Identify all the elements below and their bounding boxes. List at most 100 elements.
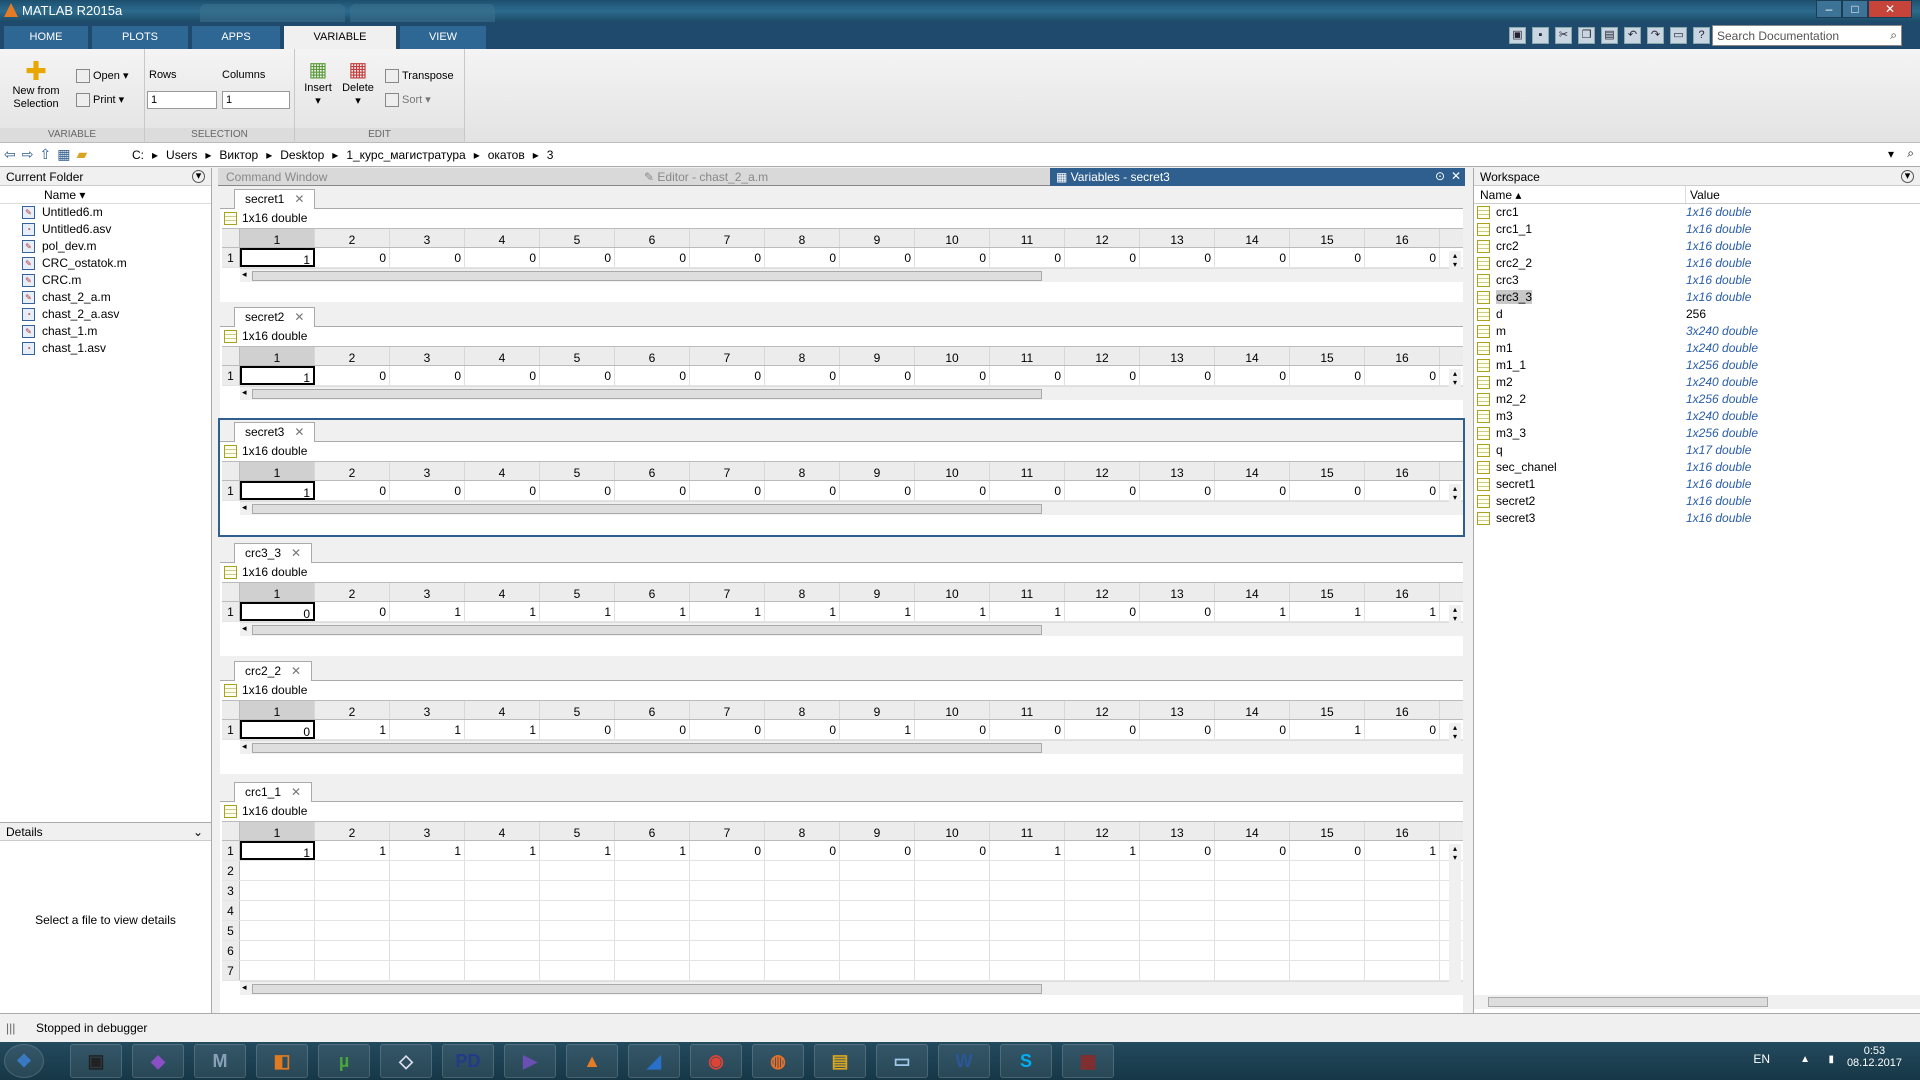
table-cell[interactable] <box>1290 941 1365 960</box>
table-cell[interactable] <box>1215 881 1290 900</box>
table-cell[interactable]: 0 <box>315 366 390 385</box>
table-cell[interactable]: 1 <box>240 366 315 385</box>
table-cell[interactable] <box>315 921 390 940</box>
workspace-item[interactable]: secret1 1x16 double <box>1474 476 1920 493</box>
table-cell[interactable]: 0 <box>1215 841 1290 860</box>
table-cell[interactable]: 0 <box>540 248 615 267</box>
column-header[interactable]: 6 <box>615 583 690 601</box>
table-cell[interactable] <box>840 861 915 880</box>
table-cell[interactable]: 0 <box>840 481 915 500</box>
column-header[interactable]: 7 <box>690 347 765 365</box>
table-cell[interactable]: 1 <box>240 841 315 860</box>
table-cell[interactable] <box>915 861 990 880</box>
table-cell[interactable] <box>390 921 465 940</box>
tab-command-window[interactable]: Command Window <box>220 168 638 186</box>
column-header[interactable]: 4 <box>465 822 540 840</box>
table-cell[interactable]: 0 <box>765 720 840 739</box>
table-cell[interactable]: 0 <box>1290 481 1365 500</box>
sublime-icon[interactable]: ◧ <box>256 1044 308 1078</box>
table-cell[interactable]: 0 <box>1215 720 1290 739</box>
table-cell[interactable] <box>315 861 390 880</box>
table-cell[interactable] <box>915 901 990 920</box>
table-cell[interactable]: 1 <box>615 602 690 621</box>
table-cell[interactable]: 0 <box>1140 481 1215 500</box>
table-cell[interactable]: 0 <box>1065 720 1140 739</box>
table-cell[interactable]: 0 <box>465 481 540 500</box>
table-cell[interactable] <box>765 921 840 940</box>
table-cell[interactable]: 0 <box>315 602 390 621</box>
row-header[interactable]: 7 <box>222 961 240 980</box>
workspace-item[interactable]: d 256 <box>1474 306 1920 323</box>
workspace-item[interactable]: crc2_2 1x16 double <box>1474 255 1920 272</box>
workspace-item[interactable]: crc2 1x16 double <box>1474 238 1920 255</box>
scroll-left-icon[interactable]: ◂ <box>242 269 247 280</box>
table-cell[interactable]: 0 <box>690 366 765 385</box>
file-item[interactable]: ✎ chast_2_a.m <box>0 289 211 306</box>
chevron-down-icon[interactable]: ▾ <box>1888 147 1894 161</box>
vertical-scrollbar[interactable]: ▴ ▾ <box>1449 484 1461 514</box>
panel-menu-icon[interactable]: ⊙ <box>1435 169 1445 183</box>
column-header[interactable]: 16 <box>1365 462 1440 480</box>
table-cell[interactable] <box>615 961 690 980</box>
table-cell[interactable] <box>1215 901 1290 920</box>
table-cell[interactable]: 0 <box>990 481 1065 500</box>
language-indicator[interactable]: EN <box>1753 1052 1770 1066</box>
column-header[interactable]: 14 <box>1215 583 1290 601</box>
table-cell[interactable]: 0 <box>1215 366 1290 385</box>
table-cell[interactable] <box>765 961 840 980</box>
column-header[interactable]: 6 <box>615 347 690 365</box>
chrome-icon[interactable]: ◉ <box>690 1044 742 1078</box>
ws-name-header[interactable]: Name ▴ <box>1474 186 1686 203</box>
column-header[interactable]: 15 <box>1290 229 1365 247</box>
table-cell[interactable] <box>765 941 840 960</box>
transpose-button[interactable]: Transpose <box>385 69 454 83</box>
table-cell[interactable]: 0 <box>990 366 1065 385</box>
workspace-item[interactable]: m3_3 1x256 double <box>1474 425 1920 442</box>
column-header[interactable]: 14 <box>1215 229 1290 247</box>
column-header[interactable]: 10 <box>915 462 990 480</box>
table-cell[interactable]: 0 <box>915 481 990 500</box>
row-header[interactable]: 1 <box>222 248 240 267</box>
table-cell[interactable] <box>690 961 765 980</box>
table-cell[interactable]: 0 <box>765 248 840 267</box>
column-header[interactable]: 14 <box>1215 822 1290 840</box>
column-header[interactable]: 14 <box>1215 462 1290 480</box>
table-cell[interactable] <box>990 861 1065 880</box>
column-header[interactable]: 2 <box>315 347 390 365</box>
table-cell[interactable] <box>1365 941 1440 960</box>
unity-icon[interactable]: ◇ <box>380 1044 432 1078</box>
table-cell[interactable] <box>1065 901 1140 920</box>
column-header[interactable]: 5 <box>540 822 615 840</box>
file-item[interactable]: ◔ chast_2_a.asv <box>0 306 211 323</box>
column-header[interactable]: 2 <box>315 583 390 601</box>
tray-arrow-icon[interactable]: ▲ <box>1800 1054 1810 1065</box>
horizontal-scrollbar[interactable]: ◂▸ <box>240 740 1463 754</box>
table-cell[interactable] <box>690 921 765 940</box>
table-cell[interactable] <box>615 881 690 900</box>
breadcrumb-item[interactable]: Users <box>166 148 197 162</box>
table-cell[interactable] <box>465 921 540 940</box>
table-cell[interactable]: 0 <box>1065 481 1140 500</box>
column-header[interactable]: 1 <box>240 822 315 840</box>
column-header[interactable]: 10 <box>915 822 990 840</box>
table-cell[interactable]: 0 <box>465 366 540 385</box>
table-cell[interactable] <box>1065 941 1140 960</box>
workspace-scrollbar[interactable] <box>1474 995 1920 1009</box>
table-cell[interactable]: 0 <box>915 720 990 739</box>
table-cell[interactable] <box>1140 921 1215 940</box>
breadcrumb-item[interactable]: Виктор <box>219 148 258 162</box>
table-cell[interactable] <box>1140 861 1215 880</box>
table-cell[interactable]: 1 <box>1365 602 1440 621</box>
column-header[interactable]: 6 <box>615 822 690 840</box>
file-item[interactable]: ◔ Untitled6.asv <box>0 221 211 238</box>
table-cell[interactable]: 0 <box>1290 248 1365 267</box>
up-folder-icon[interactable]: ⇧ <box>39 146 51 163</box>
row-header[interactable]: 5 <box>222 921 240 940</box>
column-header[interactable]: 9 <box>840 347 915 365</box>
table-cell[interactable]: 0 <box>615 248 690 267</box>
table-cell[interactable] <box>690 881 765 900</box>
table-cell[interactable]: 1 <box>390 720 465 739</box>
table-cell[interactable] <box>540 961 615 980</box>
breadcrumb-item[interactable]: 1_курс_магистратура <box>346 148 465 162</box>
column-header[interactable]: 16 <box>1365 822 1440 840</box>
